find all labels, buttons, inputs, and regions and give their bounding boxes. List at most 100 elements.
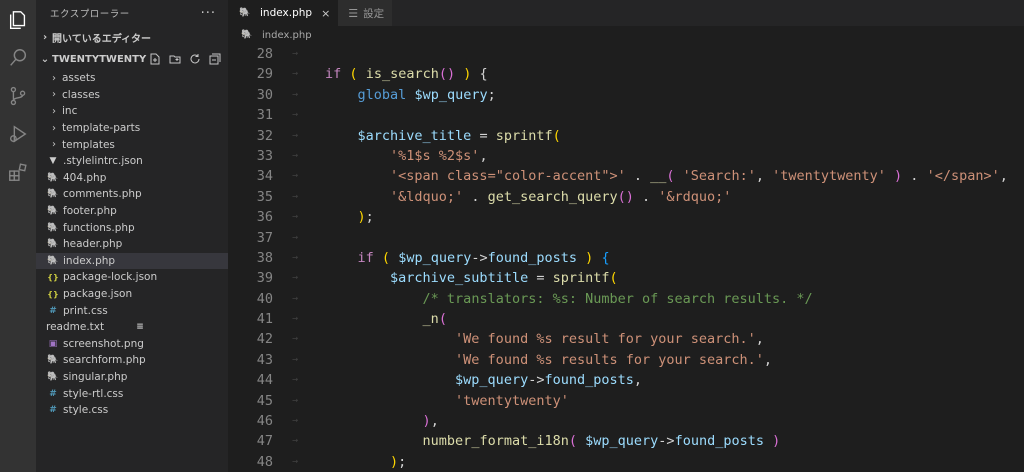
code-line: 44 → $wp_query->found_posts, xyxy=(228,370,1024,390)
code-text: '&ldquo;' . get_search_query() . '&rdquo… xyxy=(390,188,732,205)
file-item[interactable]: {} package-lock.json xyxy=(36,269,228,286)
code-line: 31 → xyxy=(228,105,1024,125)
file-item[interactable]: 🐘 index.php xyxy=(36,252,228,270)
line-number: 43 xyxy=(256,351,273,368)
whitespace-marker: → xyxy=(292,435,299,447)
code-text: if ( is_search() ) { xyxy=(325,66,488,83)
explorer-sidebar: エクスプローラー ··· › 開いているエディター ⌄ TWENTYTWENTY… xyxy=(36,0,228,472)
file-item[interactable]: 🐘 footer.php xyxy=(36,203,228,220)
run-debug-icon[interactable] xyxy=(6,122,30,146)
line-number: 32 xyxy=(256,127,273,144)
file-item[interactable]: 🐘 404.php xyxy=(36,170,228,187)
json-file-icon: {} xyxy=(47,272,59,282)
source-control-icon[interactable] xyxy=(6,84,30,108)
file-item[interactable]: 🐘 searchform.php xyxy=(36,352,228,369)
code-line: 35 → '&ldquo;' . get_search_query() . '&r… xyxy=(228,187,1024,207)
code-text: 'We found %s results for your search.', xyxy=(455,351,773,368)
breadcrumb-item[interactable]: index.php xyxy=(262,30,312,41)
editor-area: 🐘 index.php × ☰ 設定 🐘 index.php 28 → 29 → if … xyxy=(228,0,1024,472)
chevron-right-icon: › xyxy=(52,89,56,101)
php-file-icon: 🐘 xyxy=(47,189,59,200)
more-actions-button[interactable]: ··· xyxy=(201,6,216,21)
whitespace-marker: → xyxy=(292,68,299,80)
new-file-icon[interactable] xyxy=(148,52,162,66)
chevron-right-icon: › xyxy=(52,105,56,117)
code-text: $archive_subtitle = sprintf( xyxy=(390,270,618,287)
whitespace-marker: → xyxy=(292,353,299,365)
php-file-icon: 🐘 xyxy=(239,8,251,18)
css-file-icon: # xyxy=(49,305,57,316)
whitespace-marker: → xyxy=(292,231,299,243)
folder-assets[interactable]: › assets xyxy=(36,70,228,87)
tab-index-php[interactable]: 🐘 index.php × xyxy=(228,0,339,26)
file-item[interactable]: # print.css xyxy=(36,302,228,319)
code-text: $wp_query->found_posts, xyxy=(455,372,643,389)
file-item[interactable]: ▣ screenshot.png xyxy=(36,336,228,353)
file-item[interactable]: # style.css xyxy=(36,402,228,419)
file-label: searchform.php xyxy=(63,354,146,367)
search-icon[interactable] xyxy=(6,46,30,70)
folder-templates[interactable]: › templates xyxy=(36,136,228,153)
code-line: 37 → xyxy=(228,228,1024,248)
file-item[interactable]: # style-rtl.css xyxy=(36,385,228,402)
file-item[interactable]: 🐘 functions.php xyxy=(36,219,228,236)
folder-inc[interactable]: › inc xyxy=(36,103,228,120)
whitespace-marker: → xyxy=(292,415,299,427)
code-text: 'We found %s result for your search.', xyxy=(455,331,764,348)
open-editors-section[interactable]: › 開いているエディター xyxy=(36,26,228,48)
code-text: ), xyxy=(422,413,439,430)
folder-label: template-parts xyxy=(62,122,141,135)
code-line: 40 → /* translators: %s: Number of search… xyxy=(228,289,1024,309)
folder-classes[interactable]: › classes xyxy=(36,87,228,104)
code-line: 30 → global $wp_query; xyxy=(228,85,1024,105)
code-editor[interactable]: 28 → 29 → if ( is_search() ) {30 → global $wp… xyxy=(228,44,1024,472)
css-file-icon: # xyxy=(49,388,57,399)
file-label: screenshot.png xyxy=(63,337,144,350)
chevron-right-icon: › xyxy=(42,31,48,43)
code-text: number_format_i18n( $wp_query->found_pos… xyxy=(422,433,781,450)
new-folder-icon[interactable] xyxy=(168,52,182,66)
project-section[interactable]: ⌄ TWENTYTWENTY xyxy=(36,48,228,70)
line-number: 42 xyxy=(256,331,273,348)
file-item[interactable]: ≡ readme.txt xyxy=(36,319,228,336)
file-label: package.json xyxy=(63,288,133,301)
folder-template-parts[interactable]: › template-parts xyxy=(36,120,228,137)
refresh-icon[interactable] xyxy=(188,52,202,66)
close-icon[interactable]: × xyxy=(321,7,330,20)
file-label: functions.php xyxy=(63,221,135,234)
code-line: 45 → 'twentytwenty' xyxy=(228,391,1024,411)
code-text: global $wp_query; xyxy=(357,86,496,103)
line-number: 30 xyxy=(256,86,273,103)
settings-file-icon: ☰ xyxy=(348,6,359,20)
tab-settings[interactable]: ☰ 設定 xyxy=(338,0,393,26)
php-file-icon: 🐘 xyxy=(47,355,59,366)
whitespace-marker: → xyxy=(292,211,299,223)
explorer-title: エクスプローラー xyxy=(50,9,130,20)
code-line: 32 → $archive_title = sprintf( xyxy=(228,126,1024,146)
breadcrumb: 🐘 index.php xyxy=(228,26,1024,44)
file-item[interactable]: 🐘 comments.php xyxy=(36,186,228,203)
explorer-icon[interactable] xyxy=(6,8,30,32)
file-item[interactable]: 🐘 singular.php xyxy=(36,369,228,386)
php-file-icon: 🐘 xyxy=(47,239,59,250)
whitespace-marker: → xyxy=(292,149,299,161)
extensions-icon[interactable] xyxy=(6,160,30,184)
file-item[interactable]: ▼ .stylelintrc.json xyxy=(36,153,228,170)
file-label: style.css xyxy=(63,404,109,417)
file-label: readme.txt xyxy=(46,321,105,334)
whitespace-marker: → xyxy=(292,129,299,141)
whitespace-marker: → xyxy=(292,455,299,467)
whitespace-marker: → xyxy=(292,313,299,325)
file-item[interactable]: 🐘 header.php xyxy=(36,236,228,253)
code-text: '%1$s %2$s', xyxy=(390,147,488,164)
collapse-all-icon[interactable] xyxy=(208,52,222,66)
file-item[interactable]: {} package.json xyxy=(36,286,228,303)
chevron-right-icon: › xyxy=(52,122,56,134)
code-text: /* translators: %s: Number of search res… xyxy=(422,290,813,307)
file-label: comments.php xyxy=(63,188,142,201)
file-label: footer.php xyxy=(63,205,117,218)
line-number: 39 xyxy=(256,270,273,287)
code-text: _n( xyxy=(422,311,447,328)
chevron-right-icon: › xyxy=(52,72,56,84)
line-number: 35 xyxy=(256,188,273,205)
